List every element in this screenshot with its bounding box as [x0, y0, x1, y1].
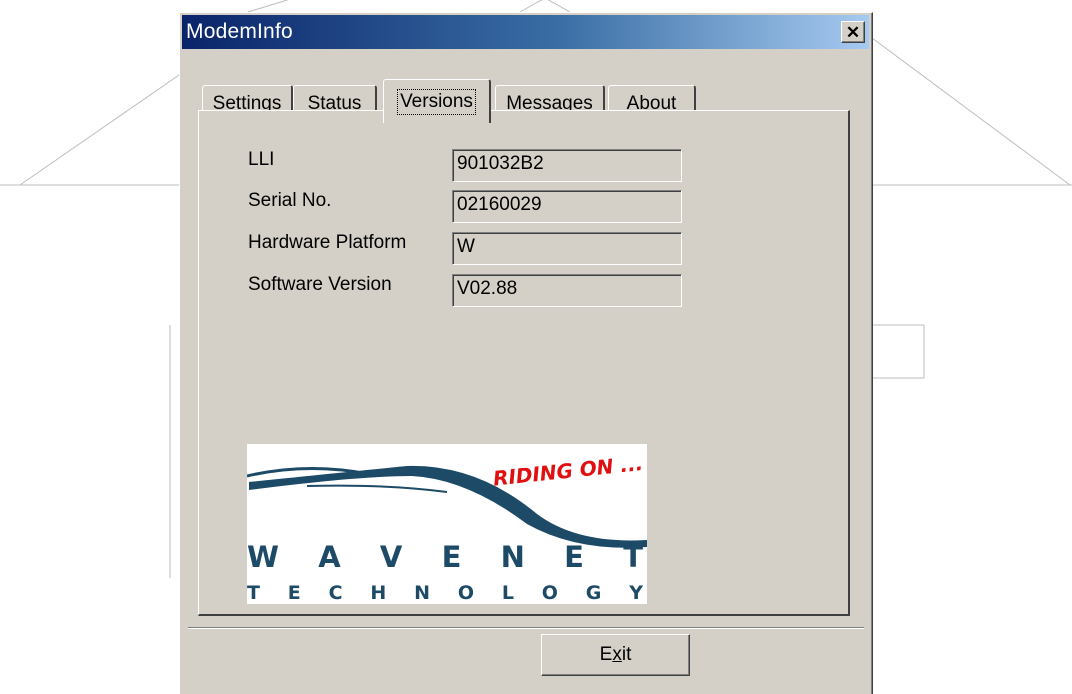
- software-version-value[interactable]: V02.88: [452, 274, 682, 307]
- background-line: [19, 74, 180, 186]
- wavenet-logo: RIDING ON ... W A V E N E T T E C H N O …: [247, 444, 647, 604]
- lli-value[interactable]: 901032B2: [452, 149, 682, 182]
- serial-no-value[interactable]: 02160029: [452, 190, 682, 223]
- background-line: [519, 0, 543, 13]
- close-button[interactable]: ✕: [841, 21, 865, 43]
- hardware-platform-label: Hardware Platform: [248, 232, 407, 253]
- window-title: ModemInfo: [186, 20, 293, 43]
- logo-subname: T E C H N O L O G Y: [247, 582, 643, 604]
- serial-no-label: Serial No.: [248, 190, 332, 211]
- title-bar[interactable]: ModemInfo ✕: [182, 15, 869, 49]
- exit-button[interactable]: Ex it: [541, 634, 690, 676]
- exit-label-start: E: [599, 644, 613, 665]
- tab-versions[interactable]: Versions: [383, 79, 491, 123]
- logo-name: W A V E N E T: [247, 540, 643, 574]
- background-line: [871, 37, 1071, 186]
- close-icon: ✕: [845, 22, 861, 42]
- logo-tagline: RIDING ON ...: [492, 451, 644, 491]
- software-version-label: Software Version: [248, 274, 392, 295]
- exit-mnemonic: x: [612, 644, 622, 665]
- background-line: [547, 0, 571, 13]
- tab-label: Versions: [397, 88, 476, 115]
- logo-swoosh-line: [306, 484, 448, 493]
- modeminfo-dialog: ModemInfo ✕ Settings Status Versions Mes…: [179, 12, 873, 694]
- background-line: [247, 0, 289, 13]
- background-box: [871, 324, 925, 379]
- separator: [188, 627, 864, 629]
- hardware-platform-value[interactable]: W: [452, 232, 682, 265]
- exit-label-end: it: [621, 644, 632, 665]
- lli-label: LLI: [248, 149, 275, 170]
